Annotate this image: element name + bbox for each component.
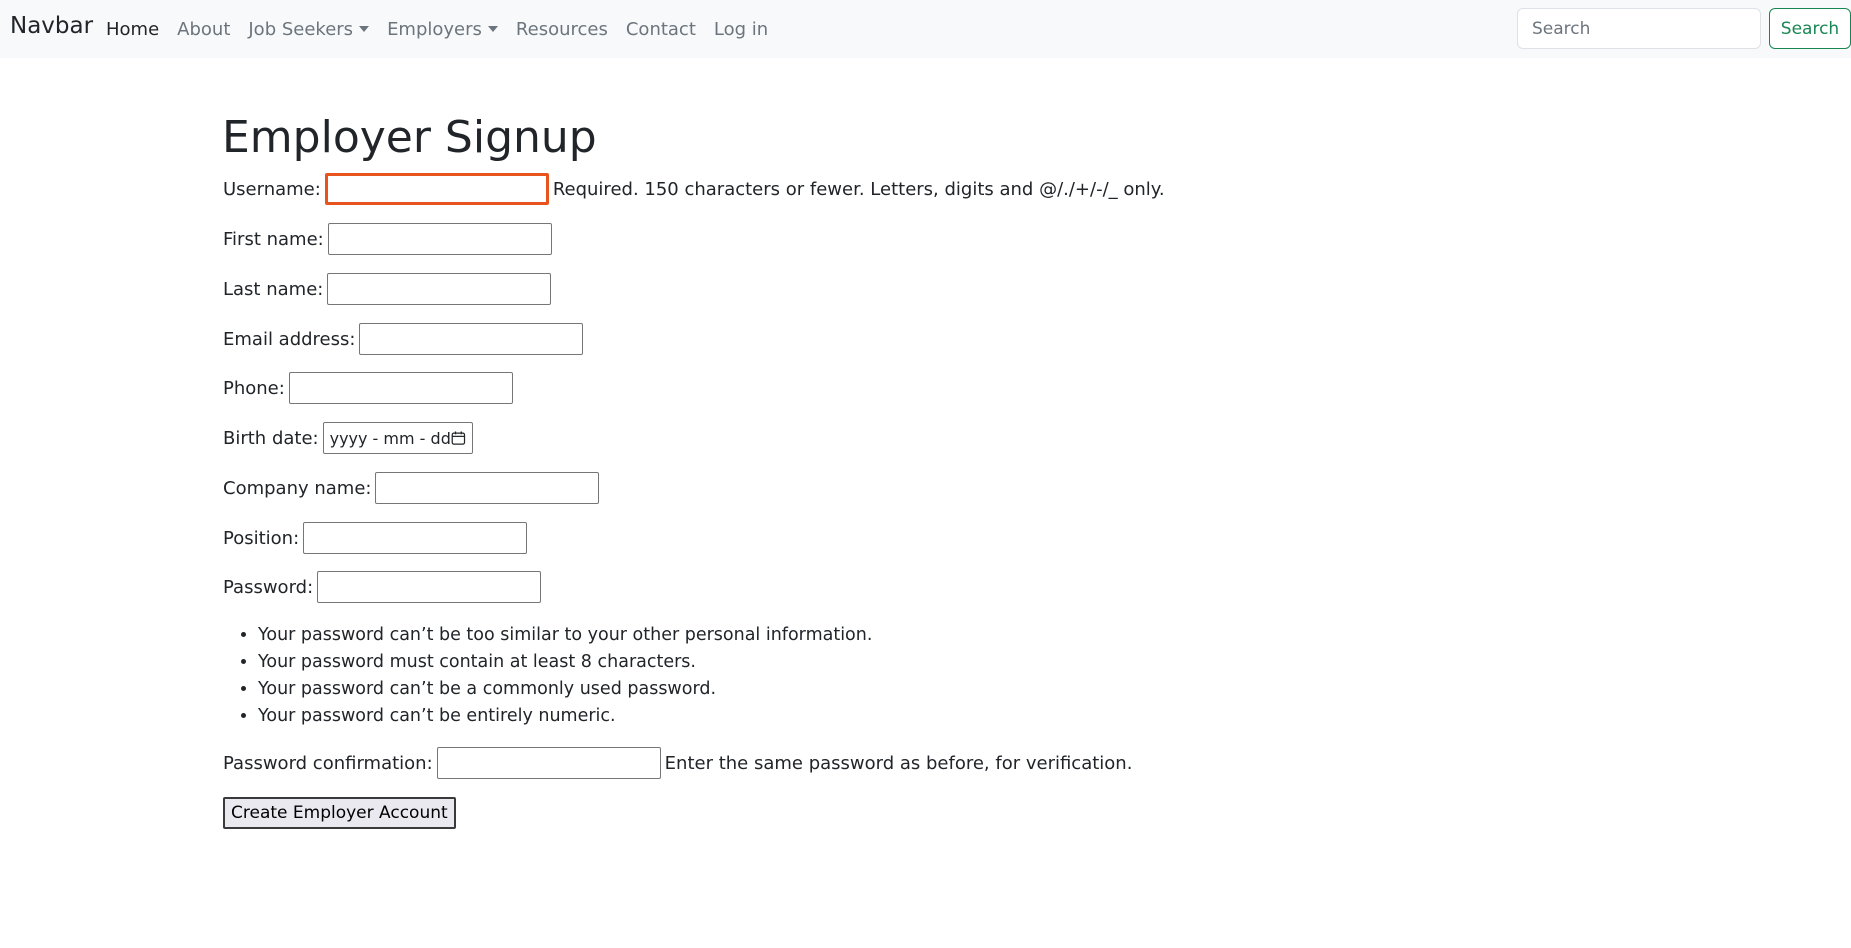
nav-employers-dropdown[interactable]: Employers — [387, 19, 498, 40]
page-title: Employer Signup — [222, 112, 597, 163]
email-row: Email address: — [223, 322, 584, 356]
password-label: Password: — [223, 576, 314, 598]
birth-date-field[interactable]: yyyy - mm - dd — [322, 422, 473, 454]
phone-row: Phone: — [223, 371, 513, 405]
chevron-down-icon — [487, 25, 498, 32]
phone-label: Phone: — [223, 377, 285, 399]
chevron-down-icon — [359, 25, 370, 32]
nav-login-link[interactable]: Log in — [714, 19, 768, 40]
navbar-brand[interactable]: Navbar — [10, 13, 93, 39]
company-name-label: Company name: — [223, 477, 372, 499]
email-label: Email address: — [223, 328, 356, 350]
nav-home-link[interactable]: Home — [106, 19, 159, 40]
position-label: Position: — [223, 527, 300, 549]
first-name-row: First name: — [223, 222, 552, 256]
nav-about-link[interactable]: About — [177, 19, 230, 40]
last-name-field[interactable] — [327, 273, 552, 305]
company-name-field[interactable] — [375, 472, 600, 504]
search-input[interactable] — [1517, 8, 1761, 49]
top-navbar: Navbar Home About Job Seekers Employers … — [0, 0, 1851, 58]
password-confirmation-row: Password confirmation: Enter the same pa… — [223, 746, 1132, 780]
last-name-label: Last name: — [223, 278, 324, 300]
calendar-icon[interactable] — [451, 429, 466, 447]
username-help-text: Required. 150 characters or fewer. Lette… — [552, 178, 1165, 200]
username-field[interactable] — [324, 173, 549, 205]
list-item: Your password can’t be entirely numeric. — [258, 703, 872, 730]
nav-job-seekers-label: Job Seekers — [248, 18, 354, 40]
last-name-row: Last name: — [223, 272, 552, 306]
nav-links: Home About Job Seekers Employers Resourc… — [106, 0, 786, 58]
create-account-button[interactable]: Create Employer Account — [223, 797, 456, 829]
company-name-row: Company name: — [223, 471, 600, 505]
first-name-field[interactable] — [327, 223, 552, 255]
username-row: Username: Required. 150 characters or fe… — [223, 172, 1165, 206]
password-field[interactable] — [317, 571, 542, 603]
password-row: Password: — [223, 570, 542, 604]
nav-employers-label: Employers — [387, 18, 482, 40]
username-label: Username: — [223, 178, 321, 200]
position-field[interactable] — [303, 522, 528, 554]
birth-date-row: Birth date: yyyy - mm - dd — [223, 421, 473, 455]
nav-resources-link[interactable]: Resources — [516, 19, 608, 40]
password-confirmation-help-text: Enter the same password as before, for v… — [664, 752, 1133, 774]
position-row: Position: — [223, 521, 528, 555]
birth-date-label: Birth date: — [223, 427, 319, 449]
search-button[interactable]: Search — [1769, 8, 1851, 49]
nav-contact-link[interactable]: Contact — [626, 19, 696, 40]
phone-field[interactable] — [288, 372, 513, 404]
password-confirmation-field[interactable] — [436, 747, 661, 779]
first-name-label: First name: — [223, 228, 324, 250]
list-item: Your password can’t be a commonly used p… — [258, 676, 872, 703]
password-confirmation-label: Password confirmation: — [223, 752, 433, 774]
email-field[interactable] — [359, 323, 584, 355]
list-item: Your password must contain at least 8 ch… — [258, 649, 872, 676]
nav-job-seekers-dropdown[interactable]: Job Seekers — [248, 18, 370, 40]
list-item: Your password can’t be too similar to yo… — [258, 622, 872, 649]
password-rules-list: Your password can’t be too similar to yo… — [223, 622, 872, 730]
birth-date-placeholder: yyyy - mm - dd — [329, 428, 451, 448]
